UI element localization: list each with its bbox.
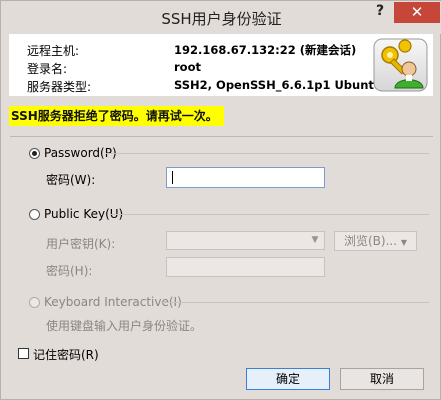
key-user-icon (373, 38, 428, 92)
close-icon: ✕ (410, 3, 424, 21)
remote-host-value: 192.168.67.132:22 (新建会话) (174, 43, 357, 57)
ok-button[interactable]: 确定 (246, 368, 330, 390)
title-bar[interactable]: SSH用户身份验证 ? ✕ (1, 1, 441, 34)
password-input[interactable] (166, 167, 325, 188)
remember-password-checkbox[interactable] (18, 348, 29, 359)
remember-password-label[interactable]: 记住密码(R) (33, 346, 99, 363)
key-password-input[interactable] (166, 257, 325, 277)
login-name-value: root (174, 60, 201, 74)
warning-message: SSH服务器拒绝了密码。请再试一次。 (9, 106, 224, 126)
dropdown-arrow-icon: ▼ (400, 238, 408, 247)
warning-area: SSH服务器拒绝了密码。请再试一次。 (9, 97, 433, 133)
group-divider (161, 302, 429, 303)
key-password-label: 密码(H): (46, 264, 93, 278)
separator (10, 136, 433, 137)
user-key-combo[interactable]: ▼ (166, 231, 325, 250)
keyboard-interactive-radio[interactable] (29, 297, 40, 308)
ssh-auth-dialog: SSH用户身份验证 ? ✕ 远程主机: 192.168.67.132:22 (新… (0, 0, 441, 400)
group-divider (105, 153, 429, 154)
group-divider (111, 214, 429, 215)
user-key-label: 用户密钥(K): (46, 237, 116, 251)
close-button[interactable]: ✕ (394, 2, 440, 23)
text-caret (172, 171, 173, 184)
browse-button-label: 浏览(B)... (343, 234, 398, 248)
remote-host-label: 远程主机: (27, 44, 80, 58)
session-info-panel: 远程主机: 192.168.67.132:22 (新建会话) 登录名: root… (9, 34, 433, 96)
public-key-radio[interactable] (29, 209, 40, 220)
password-field-label: 密码(W): (46, 173, 96, 187)
chevron-down-icon: ▼ (311, 235, 319, 245)
cancel-button[interactable]: 取消 (340, 368, 424, 390)
login-name-label: 登录名: (27, 62, 68, 76)
help-button[interactable]: ? (367, 3, 393, 23)
keyboard-interactive-description: 使用键盘输入用户身份验证。 (46, 319, 203, 333)
server-type-value: SSH2, OpenSSH_6.6.1p1 Ubuntu-2ubuntu2 (174, 78, 376, 92)
server-type-label: 服务器类型: (27, 80, 92, 94)
password-radio[interactable] (29, 148, 40, 159)
browse-button[interactable]: 浏览(B)... ▼ (334, 231, 417, 251)
